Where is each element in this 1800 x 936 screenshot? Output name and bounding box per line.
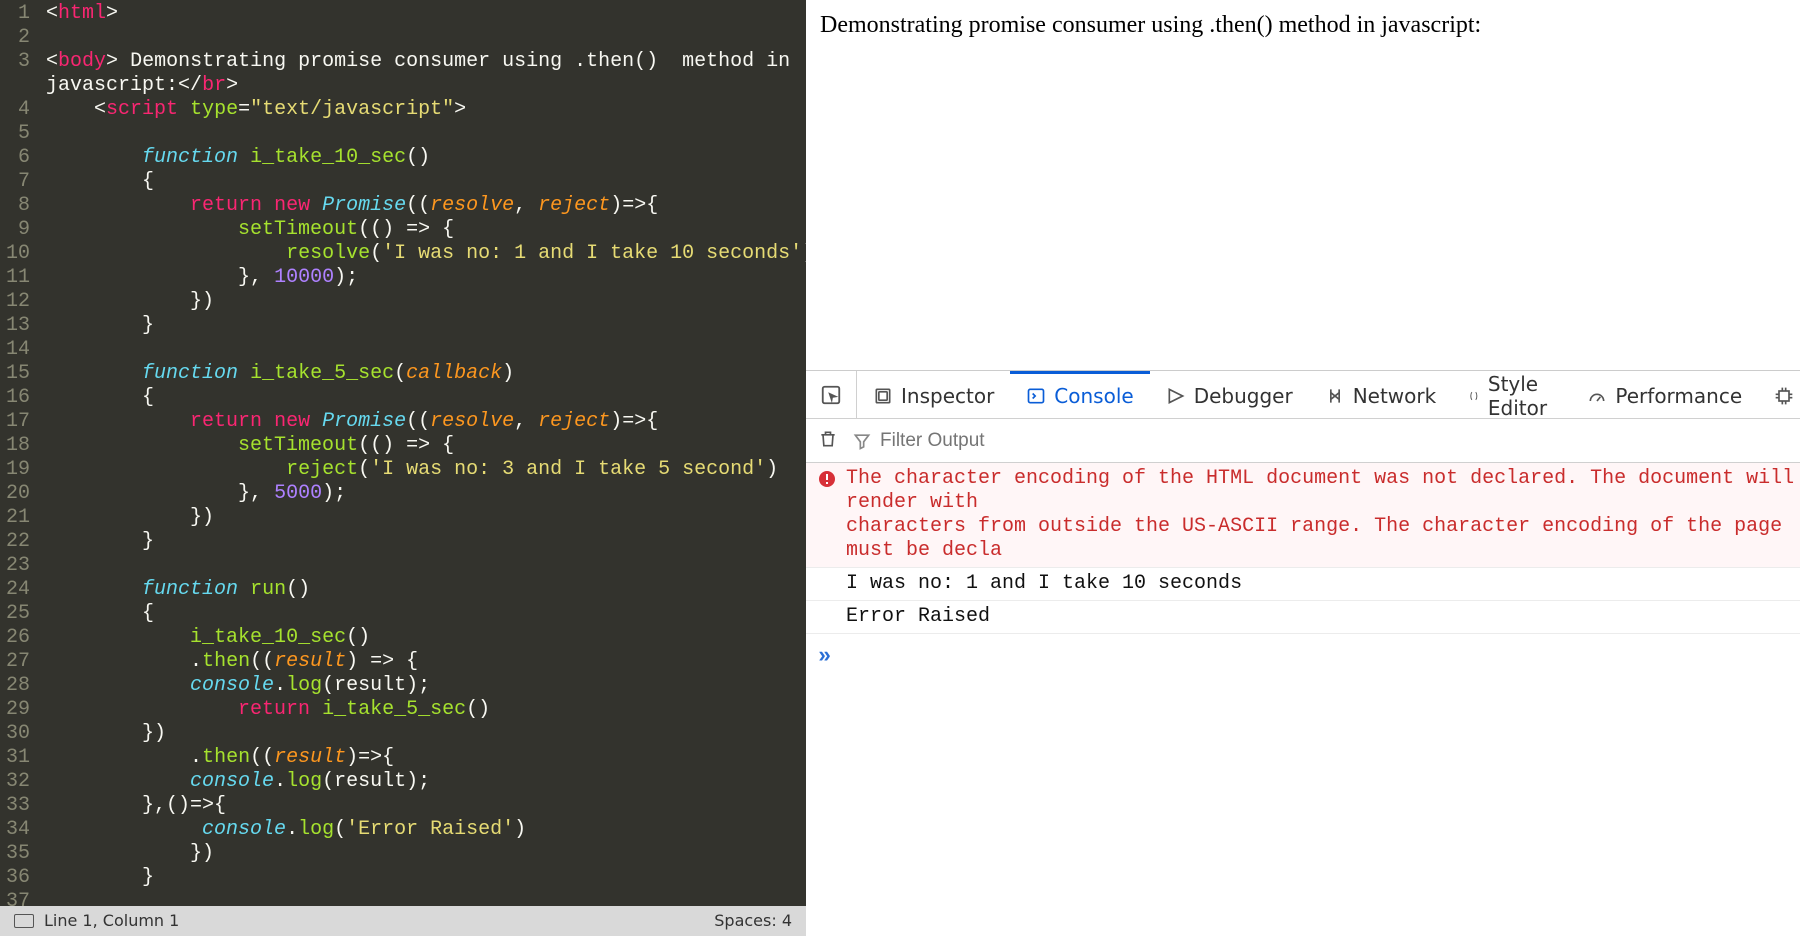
filter-icon bbox=[852, 431, 872, 451]
console-message-error[interactable]: The character encoding of the HTML docum… bbox=[806, 463, 1800, 568]
devtools-panel: Inspector Console Debugger Network Style… bbox=[806, 370, 1800, 936]
console-icon bbox=[1026, 386, 1046, 406]
tab-network-label: Network bbox=[1353, 384, 1437, 408]
network-icon bbox=[1325, 386, 1345, 406]
tab-style-editor[interactable]: Style Editor bbox=[1452, 371, 1571, 418]
tab-console[interactable]: Console bbox=[1010, 371, 1149, 418]
tab-network[interactable]: Network bbox=[1309, 371, 1453, 418]
tab-overflow[interactable] bbox=[1758, 371, 1800, 418]
performance-icon bbox=[1587, 386, 1607, 406]
code-editor: 1234567891011121314151617181920212223242… bbox=[0, 0, 806, 936]
tab-debugger-label: Debugger bbox=[1194, 384, 1293, 408]
indent-setting[interactable]: Spaces: 4 bbox=[714, 909, 792, 933]
filter-input[interactable] bbox=[880, 430, 1798, 452]
preview-text: Demonstrating promise consumer using .th… bbox=[820, 12, 1481, 38]
memory-icon bbox=[1774, 386, 1794, 406]
tab-debugger[interactable]: Debugger bbox=[1150, 371, 1309, 418]
console-error-text: The character encoding of the HTML docum… bbox=[846, 467, 1798, 563]
prompt-chevron-icon: » bbox=[818, 644, 831, 669]
trash-icon bbox=[818, 429, 838, 449]
devtools-tabbar: Inspector Console Debugger Network Style… bbox=[806, 371, 1800, 419]
panel-icon[interactable] bbox=[14, 914, 34, 928]
console-log-text: Error Raised bbox=[846, 605, 1798, 629]
style-editor-icon bbox=[1468, 386, 1480, 406]
tab-inspector-label: Inspector bbox=[901, 384, 994, 408]
clear-console-button[interactable] bbox=[818, 429, 838, 453]
error-icon bbox=[818, 470, 836, 488]
console-log-text: I was no: 1 and I take 10 seconds bbox=[846, 572, 1798, 596]
console-output: The character encoding of the HTML docum… bbox=[806, 463, 1800, 936]
tab-performance[interactable]: Performance bbox=[1571, 371, 1758, 418]
element-picker-icon bbox=[820, 384, 842, 406]
tab-inspector[interactable]: Inspector bbox=[857, 371, 1010, 418]
debugger-icon bbox=[1166, 386, 1186, 406]
code-area[interactable]: <html> <body> Demonstrating promise cons… bbox=[40, 0, 806, 906]
cursor-position: Line 1, Column 1 bbox=[44, 909, 179, 933]
console-message-log[interactable]: Error Raised bbox=[806, 601, 1800, 634]
console-message-log[interactable]: I was no: 1 and I take 10 seconds bbox=[806, 568, 1800, 601]
filter-output-field[interactable] bbox=[852, 430, 1798, 452]
tab-performance-label: Performance bbox=[1615, 384, 1742, 408]
inspector-icon bbox=[873, 386, 893, 406]
line-number-gutter: 1234567891011121314151617181920212223242… bbox=[0, 0, 40, 906]
element-picker-button[interactable] bbox=[806, 371, 857, 418]
tab-style-editor-label: Style Editor bbox=[1488, 372, 1556, 420]
console-prompt[interactable]: » bbox=[806, 634, 1800, 679]
tab-console-label: Console bbox=[1054, 384, 1133, 408]
console-toolbar bbox=[806, 419, 1800, 463]
browser-preview: Demonstrating promise consumer using .th… bbox=[806, 0, 1800, 370]
editor-status-bar: Line 1, Column 1 Spaces: 4 bbox=[0, 906, 806, 936]
